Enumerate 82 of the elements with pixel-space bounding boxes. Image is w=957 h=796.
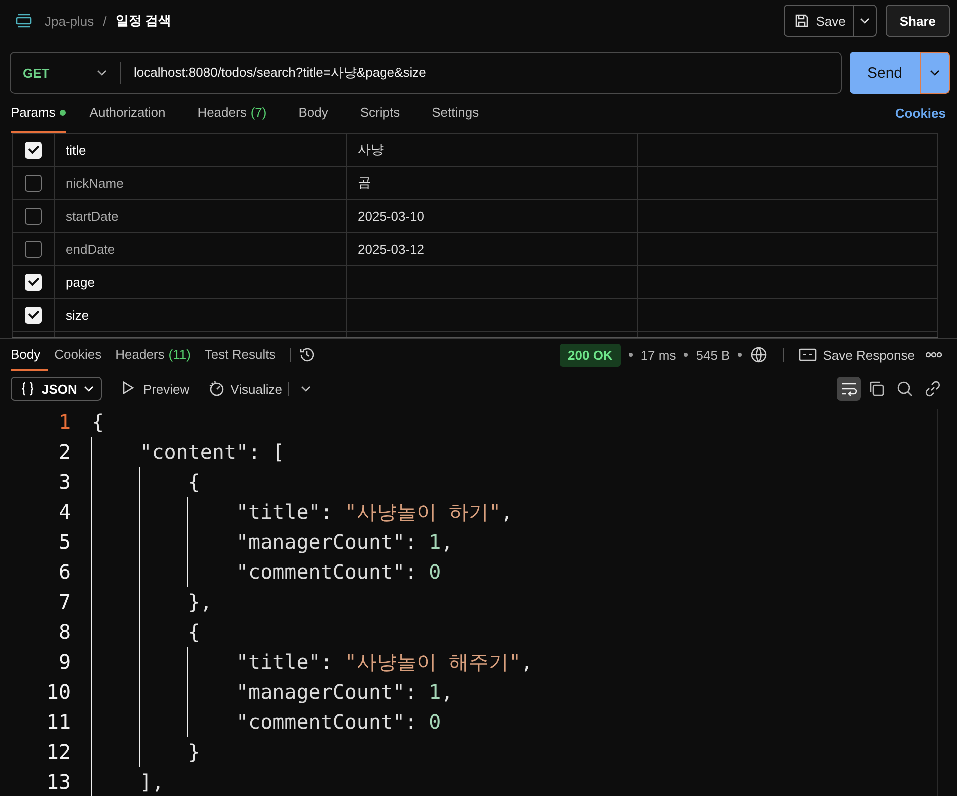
- table-cell[interactable]: [637, 134, 938, 166]
- response-tab[interactable]: Headers (11): [108, 339, 198, 371]
- wrap-icon: [840, 381, 858, 397]
- line-number: 8: [58, 620, 71, 644]
- table-cell[interactable]: [637, 233, 938, 265]
- code-line: }: [92, 737, 200, 767]
- param-key[interactable]: endDate: [66, 242, 116, 256]
- line-number: 12: [46, 740, 71, 764]
- format-dropdown[interactable]: JSON: [11, 377, 102, 401]
- request-tab[interactable]: Scripts: [348, 94, 412, 133]
- save-response-button[interactable]: Save Response: [799, 348, 915, 362]
- response-tab[interactable]: Cookies: [48, 339, 109, 371]
- method-dropdown[interactable]: GET: [11, 62, 121, 84]
- param-key[interactable]: size: [66, 308, 90, 322]
- code-line: "title": "사냥놀이 해주기",: [92, 647, 534, 677]
- line-number: 9: [58, 650, 71, 674]
- code-line: ],: [92, 767, 164, 796]
- checkbox[interactable]: [25, 174, 42, 192]
- code-line: "commentCount": 0: [92, 707, 442, 737]
- line-number: 2: [58, 440, 71, 464]
- table-cell[interactable]: [637, 167, 938, 199]
- checkbox[interactable]: [25, 240, 42, 258]
- response-tab[interactable]: Test Results: [198, 339, 283, 371]
- cookies-link[interactable]: Cookies: [895, 106, 946, 121]
- request-tab[interactable]: Headers (7): [186, 94, 279, 133]
- line-number: 13: [46, 770, 71, 794]
- save-button[interactable]: Save: [785, 6, 854, 36]
- view-button[interactable]: Visualize: [208, 380, 282, 398]
- param-value[interactable]: 2025-03-10: [358, 208, 424, 224]
- line-number: 1: [58, 410, 71, 434]
- request-name: 일정 검색: [116, 12, 172, 30]
- code-line: {: [92, 467, 200, 497]
- request-tab[interactable]: Params: [11, 94, 66, 133]
- line-number: 4: [58, 500, 71, 524]
- status-badge: 200 OK: [560, 344, 621, 366]
- param-value[interactable]: 사냥: [358, 141, 384, 159]
- response-size: 545 B: [696, 348, 730, 362]
- table-cell[interactable]: [637, 200, 938, 232]
- table-cell[interactable]: [637, 266, 938, 298]
- table-cell[interactable]: [637, 299, 938, 331]
- code-line: {: [92, 617, 200, 647]
- code-line: "commentCount": 0: [92, 557, 442, 587]
- param-value[interactable]: 2025-03-12: [358, 242, 424, 256]
- param-key[interactable]: nickName: [66, 176, 124, 190]
- request-tab[interactable]: Authorization: [78, 94, 178, 133]
- braces-icon: [20, 381, 36, 397]
- copy-icon: [868, 380, 886, 398]
- response-time: 17 ms: [640, 348, 676, 362]
- line-number: 11: [46, 710, 71, 734]
- code-line: "managerCount": 1,: [92, 677, 454, 707]
- url-input[interactable]: localhost:8080/todos/search?title=사냥&page&size: [121, 64, 426, 82]
- globe-icon: [750, 346, 768, 364]
- code-line: },: [92, 587, 212, 617]
- param-key[interactable]: page: [66, 274, 95, 290]
- line-number: 5: [58, 530, 71, 554]
- code-line: "content": [: [92, 437, 285, 467]
- request-tab[interactable]: Body: [286, 94, 340, 133]
- view-button[interactable]: Preview: [120, 380, 190, 398]
- breadcrumb-separator: /: [103, 14, 107, 28]
- history-icon: [298, 346, 316, 364]
- request-tab[interactable]: Settings: [420, 94, 492, 133]
- share-button[interactable]: Share: [886, 5, 950, 37]
- line-number: 3: [58, 470, 71, 494]
- code-line: "title": "사냥놀이 하기",: [92, 497, 514, 527]
- search-icon: [896, 380, 914, 398]
- collection-name[interactable]: Jpa-plus: [45, 14, 94, 28]
- param-key[interactable]: title: [66, 142, 86, 158]
- line-number: 6: [58, 560, 71, 584]
- send-button[interactable]: Send: [850, 52, 920, 94]
- code-line: {: [92, 409, 104, 436]
- code-line: "managerCount": 1,: [92, 527, 454, 557]
- link-icon: [924, 380, 942, 398]
- param-key[interactable]: startDate: [66, 208, 119, 224]
- send-options-button[interactable]: [920, 52, 950, 94]
- response-tab[interactable]: Body: [11, 339, 48, 371]
- more-icon: [926, 352, 942, 358]
- visualize-icon: [208, 380, 226, 398]
- word-wrap-button[interactable]: [837, 377, 861, 401]
- param-value[interactable]: 곰: [358, 174, 371, 192]
- line-number: 10: [46, 680, 71, 704]
- checkbox[interactable]: [25, 208, 42, 224]
- line-number: 7: [58, 590, 71, 614]
